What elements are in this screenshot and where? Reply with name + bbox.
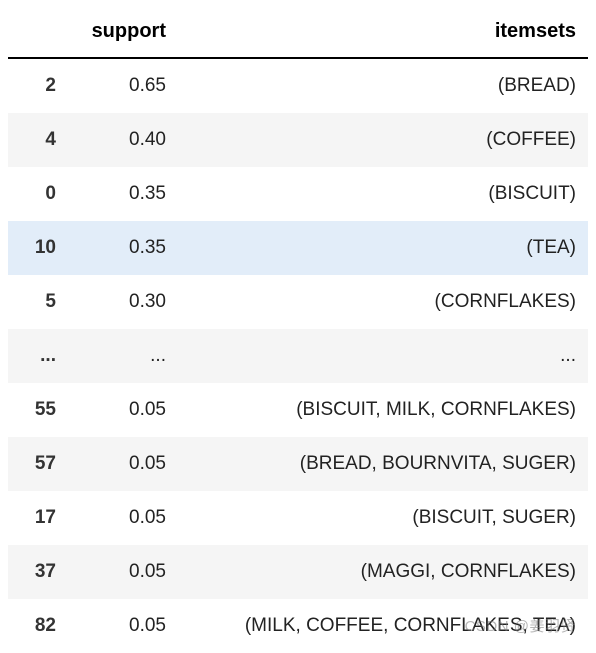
cell-index: 0 — [8, 167, 68, 221]
cell-itemsets: ... — [178, 329, 588, 383]
cell-index: 5 — [8, 275, 68, 329]
cell-itemsets: (BREAD, BOURNVITA, SUGER) — [178, 437, 588, 491]
cell-index: 10 — [8, 221, 68, 275]
cell-index: 55 — [8, 383, 68, 437]
table-row: 170.05(BISCUIT, SUGER) — [8, 491, 588, 545]
cell-itemsets: (BISCUIT, MILK, CORNFLAKES) — [178, 383, 588, 437]
table-row: 370.05(MAGGI, CORNFLAKES) — [8, 545, 588, 599]
header-row: support itemsets — [8, 8, 588, 58]
cell-support: 0.05 — [68, 491, 178, 545]
cell-index: ... — [8, 329, 68, 383]
cell-support: 0.35 — [68, 167, 178, 221]
table-row: 40.40(COFFEE) — [8, 113, 588, 167]
watermark: CSDN @姜羽贤 — [465, 615, 576, 636]
table-body: 20.65(BREAD)40.40(COFFEE)00.35(BISCUIT)1… — [8, 58, 588, 653]
cell-index: 37 — [8, 545, 68, 599]
cell-support: 0.30 — [68, 275, 178, 329]
table-row: ......... — [8, 329, 588, 383]
header-itemsets: itemsets — [178, 8, 588, 58]
cell-support: 0.05 — [68, 383, 178, 437]
cell-support: ... — [68, 329, 178, 383]
frequent-itemsets-table: support itemsets 20.65(BREAD)40.40(COFFE… — [8, 8, 588, 653]
cell-itemsets: (COFFEE) — [178, 113, 588, 167]
header-support: support — [68, 8, 178, 58]
cell-itemsets: (MAGGI, CORNFLAKES) — [178, 545, 588, 599]
cell-index: 82 — [8, 599, 68, 653]
cell-support: 0.65 — [68, 58, 178, 113]
cell-itemsets: (BISCUIT) — [178, 167, 588, 221]
cell-itemsets: (CORNFLAKES) — [178, 275, 588, 329]
cell-support: 0.05 — [68, 437, 178, 491]
cell-support: 0.40 — [68, 113, 178, 167]
cell-support: 0.05 — [68, 545, 178, 599]
table-row: 50.30(CORNFLAKES) — [8, 275, 588, 329]
cell-itemsets: (TEA) — [178, 221, 588, 275]
table-row: 100.35(TEA) — [8, 221, 588, 275]
cell-itemsets: (BISCUIT, SUGER) — [178, 491, 588, 545]
cell-index: 2 — [8, 58, 68, 113]
table-row: 570.05(BREAD, BOURNVITA, SUGER) — [8, 437, 588, 491]
table-row: 00.35(BISCUIT) — [8, 167, 588, 221]
cell-itemsets: (BREAD) — [178, 58, 588, 113]
cell-support: 0.05 — [68, 599, 178, 653]
header-index — [8, 8, 68, 58]
table-row: 550.05(BISCUIT, MILK, CORNFLAKES) — [8, 383, 588, 437]
cell-index: 57 — [8, 437, 68, 491]
cell-index: 17 — [8, 491, 68, 545]
table-row: 20.65(BREAD) — [8, 58, 588, 113]
cell-support: 0.35 — [68, 221, 178, 275]
cell-index: 4 — [8, 113, 68, 167]
